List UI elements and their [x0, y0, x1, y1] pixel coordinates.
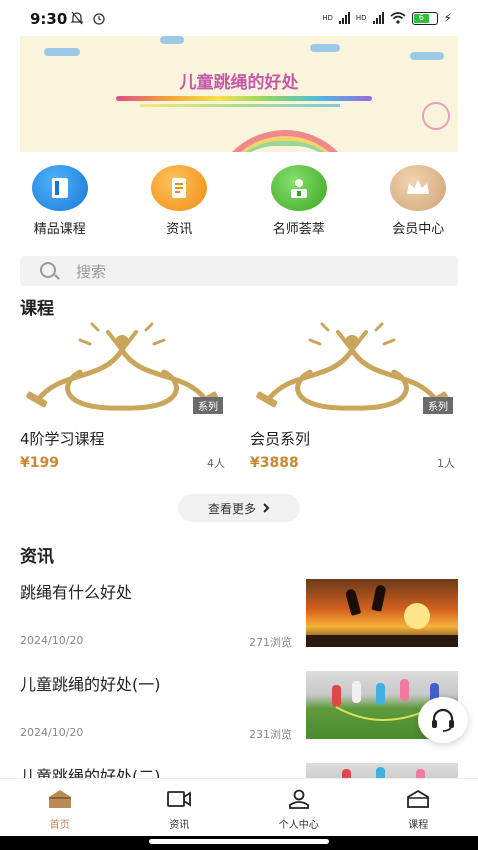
quick-nav-news[interactable]: 资讯: [120, 165, 240, 237]
bottom-tab-bar: 首页 资讯 个人中心 课程: [0, 778, 478, 834]
course-card[interactable]: 系列 会员系列 ¥3888 1人: [250, 322, 455, 471]
tab-label: 首页: [49, 820, 70, 831]
cloud-decoration: [410, 52, 444, 60]
network-type-label: HD: [355, 13, 367, 22]
tab-courses[interactable]: 课程: [359, 779, 478, 834]
quick-nav-courses[interactable]: 精品课程: [0, 165, 120, 237]
search-bar[interactable]: 搜索: [20, 256, 458, 286]
course-icon: [407, 789, 430, 808]
news-views: 271浏览: [249, 636, 292, 649]
signal-icon: [372, 12, 384, 24]
system-status: HD HD 6 ⚡: [322, 11, 452, 25]
course-tag: 系列: [193, 397, 223, 414]
rainbow-illustration: [210, 130, 360, 152]
status-bar: 9:30 HD HD 6 ⚡: [0, 0, 478, 36]
home-icon: [48, 790, 71, 808]
wifi-icon: [390, 12, 406, 24]
course-thumbnail: 系列: [20, 322, 225, 416]
news-title: 儿童跳绳的好处(二): [20, 767, 161, 778]
teacher-icon: [270, 165, 327, 211]
course-price: ¥199: [20, 455, 59, 471]
quick-nav: 精品课程 资讯 名师荟萃 会员中心: [0, 165, 478, 237]
cloud-decoration: [160, 36, 184, 44]
battery-icon: 6: [411, 11, 438, 25]
course-price: ¥3888: [250, 455, 299, 471]
news-section-title: 资讯: [20, 547, 54, 567]
course-card[interactable]: 系列 4阶学习课程 ¥199 4人: [20, 322, 225, 471]
quick-nav-label: 会员中心: [392, 222, 445, 237]
view-more-button[interactable]: 查看更多: [178, 494, 300, 522]
search-input[interactable]: 搜索: [76, 261, 106, 282]
quick-nav-teachers[interactable]: 名师荟萃: [239, 165, 359, 237]
alarm-icon: [93, 13, 105, 25]
news-date: 2024/10/20: [20, 726, 84, 739]
status-time: 9:30: [30, 10, 68, 28]
book-icon: [31, 165, 88, 211]
banner-decoration: [140, 104, 340, 107]
charging-icon: ⚡: [443, 11, 452, 25]
news-item[interactable]: 儿童跳绳的好处(一) 2024/10/20 231浏览: [20, 671, 458, 741]
quick-nav-label: 资讯: [166, 222, 193, 237]
mute-bell-icon: [70, 11, 84, 25]
banner-carousel[interactable]: 儿童跳绳的好处: [20, 36, 458, 152]
view-more-label: 查看更多: [207, 501, 256, 516]
courses-section-title: 课程: [20, 299, 54, 319]
crown-icon: [390, 165, 447, 211]
banner-title: 儿童跳绳的好处: [179, 73, 299, 93]
search-icon: [40, 262, 56, 278]
news-thumbnail: [306, 579, 458, 647]
tab-label: 资讯: [169, 820, 190, 831]
news-views: 231浏览: [249, 728, 292, 741]
home-indicator[interactable]: [149, 839, 329, 844]
tab-home[interactable]: 首页: [0, 779, 120, 834]
network-type-label: HD: [322, 13, 333, 22]
headset-icon: [432, 708, 454, 732]
tab-label: 个人中心: [278, 820, 319, 831]
tab-profile[interactable]: 个人中心: [239, 779, 359, 834]
user-icon: [288, 789, 309, 809]
course-enroll-count: 1人: [437, 457, 455, 470]
cloud-decoration: [310, 44, 340, 52]
tab-news[interactable]: 资讯: [120, 779, 240, 834]
quick-nav-label: 精品课程: [33, 222, 86, 237]
tab-label: 课程: [408, 820, 429, 831]
course-thumbnail: 系列: [250, 322, 455, 416]
news-thumbnail: [306, 763, 458, 778]
news-title: 儿童跳绳的好处(一): [20, 675, 161, 694]
notification-icons: [70, 11, 106, 27]
quick-nav-label: 名师荟萃: [272, 222, 325, 237]
course-tag: 系列: [423, 397, 453, 414]
news-item[interactable]: 儿童跳绳的好处(二): [20, 763, 458, 778]
chevron-right-icon: [263, 503, 270, 513]
cloud-decoration: [44, 48, 80, 56]
banner-decoration: [116, 96, 372, 101]
course-name: 4阶学习课程: [20, 430, 105, 448]
course-name: 会员系列: [250, 430, 311, 448]
news-date: 2024/10/20: [20, 634, 84, 647]
news-item[interactable]: 跳绳有什么好处 2024/10/20 271浏览: [20, 579, 458, 649]
signal-icon: [338, 12, 350, 24]
news-title: 跳绳有什么好处: [20, 583, 133, 602]
quick-nav-membership[interactable]: 会员中心: [359, 165, 478, 237]
customer-service-button[interactable]: [418, 697, 468, 743]
video-icon: [167, 791, 192, 807]
tree-illustration: [422, 102, 450, 130]
document-icon: [151, 165, 208, 211]
course-enroll-count: 4人: [207, 457, 225, 470]
